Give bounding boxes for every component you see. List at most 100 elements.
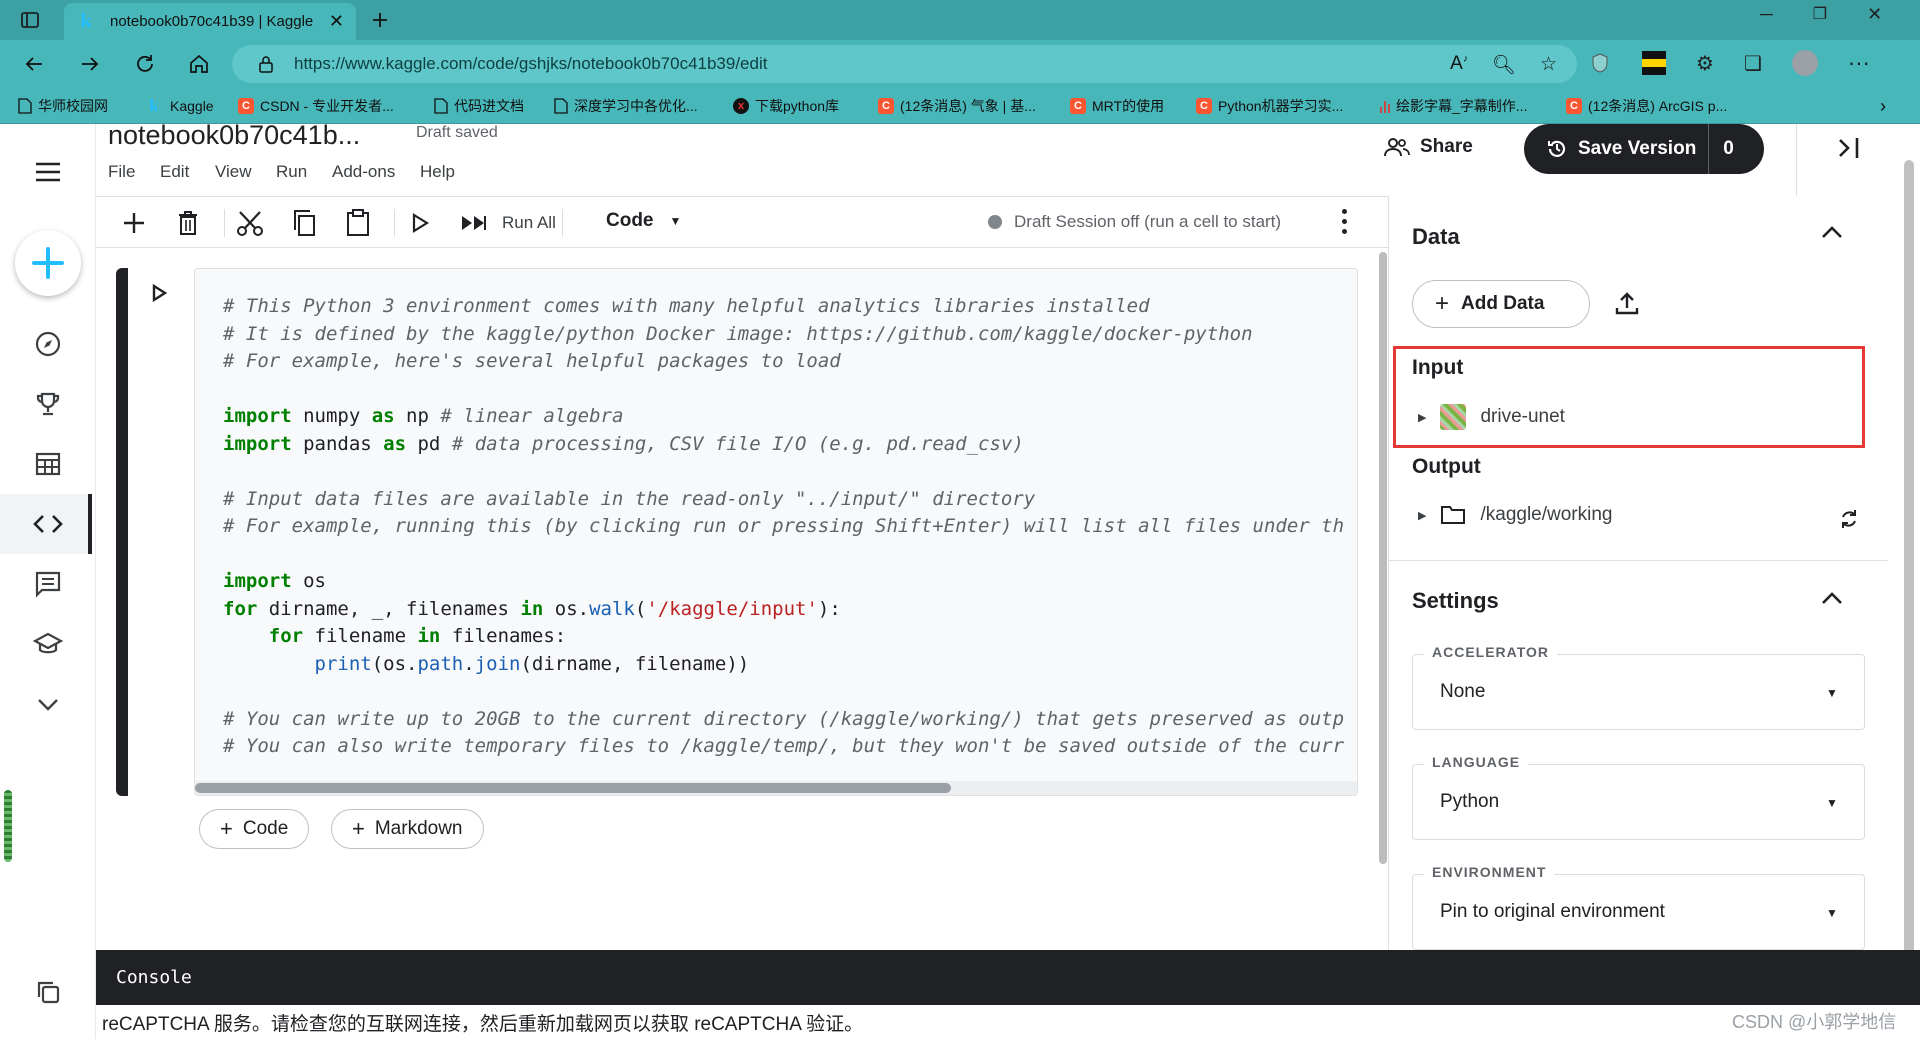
bookmark-item[interactable]: 深度学习中各优化...	[554, 93, 698, 119]
editor-scrollbar-thumb[interactable]	[1379, 252, 1387, 864]
discussion-icon[interactable]	[28, 564, 68, 604]
collapse-data-icon[interactable]	[1820, 224, 1844, 240]
url-field[interactable]: https://www.kaggle.com/code/gshjks/noteb…	[232, 45, 1577, 83]
collapse-panel-icon[interactable]	[1836, 134, 1862, 162]
more-vert-icon[interactable]	[1342, 209, 1347, 234]
maximize-icon[interactable]: ❐	[1813, 4, 1827, 25]
run-cell-button[interactable]	[150, 283, 168, 303]
learn-cap-icon[interactable]	[28, 624, 68, 664]
session-status: Draft Session off (run a cell to start)	[988, 212, 1281, 232]
menu-view[interactable]: View	[215, 162, 252, 182]
hamburger-menu-icon[interactable]	[28, 152, 68, 192]
upload-icon[interactable]	[1614, 290, 1640, 316]
bookmark-label: (12条消息) 气象 | 基...	[900, 98, 1036, 114]
bookmark-label: 下载python库	[755, 98, 840, 114]
page-icon	[18, 98, 32, 114]
add-data-label: Add Data	[1461, 293, 1545, 314]
close-window-icon[interactable]: ✕	[1867, 4, 1882, 25]
code-line: # You can also write temporary files to …	[223, 733, 1344, 761]
refresh-icon[interactable]	[127, 46, 163, 82]
code-token: for	[223, 597, 258, 620]
output-folder-item[interactable]: ▶ /kaggle/working	[1418, 504, 1613, 526]
collapse-settings-icon[interactable]	[1820, 590, 1844, 606]
cut-icon[interactable]	[234, 207, 266, 239]
caret-down-icon: ▼	[669, 214, 682, 228]
shield-icon[interactable]	[1588, 51, 1612, 75]
create-new-button[interactable]	[15, 230, 81, 296]
bookmark-item[interactable]: C (12条消息) 气象 | 基...	[878, 93, 1036, 119]
code-cell[interactable]: # This Python 3 environment comes with m…	[194, 268, 1358, 796]
delete-icon[interactable]	[172, 207, 204, 239]
bookmark-item[interactable]: C CSDN - 专业开发者...	[238, 93, 394, 119]
notebook-title[interactable]: notebook0b70c41b...	[108, 120, 360, 151]
trophy-icon[interactable]	[28, 384, 68, 424]
console-bar[interactable]: Console	[96, 950, 1920, 1005]
code-icon[interactable]	[28, 504, 68, 544]
browser-tab[interactable]: k notebook0b70c41b39 | Kaggle ✕	[64, 3, 356, 40]
bookmark-item[interactable]: x 下载python库	[733, 93, 839, 119]
close-tab-icon[interactable]: ✕	[329, 11, 344, 32]
table-icon[interactable]	[28, 444, 68, 484]
menu-run[interactable]: Run	[276, 162, 307, 182]
page-scrollbar-thumb[interactable]	[1904, 160, 1914, 1000]
add-cell-icon[interactable]	[118, 207, 150, 239]
home-icon[interactable]	[181, 46, 217, 82]
code-token: # linear algebra	[440, 405, 624, 427]
menu-file[interactable]: File	[108, 162, 135, 182]
cell-type-select[interactable]: Code ▼	[606, 210, 681, 232]
bookmark-item[interactable]: 代码进文档	[434, 93, 524, 119]
run-cell-icon[interactable]	[404, 207, 436, 239]
chevron-down-icon[interactable]	[28, 684, 68, 724]
add-code-cell-button[interactable]: + Code	[199, 809, 310, 849]
bookmark-item[interactable]: 华师校园网	[18, 93, 108, 119]
zoom-icon[interactable]: 🔍︎	[1492, 53, 1516, 77]
bookmark-item[interactable]: C (12条消息) ArcGIS p...	[1566, 93, 1727, 119]
profile-avatar[interactable]	[1791, 50, 1818, 76]
bookmark-label: MRT的使用	[1092, 98, 1165, 114]
compass-icon[interactable]	[28, 324, 68, 364]
add-data-button[interactable]: + Add Data	[1412, 280, 1590, 328]
environment-label: ENVIRONMENT	[1424, 864, 1555, 880]
bookmark-item[interactable]: C Python机器学习实...	[1196, 93, 1343, 119]
run-all-icon[interactable]	[458, 207, 490, 239]
lock-icon[interactable]	[258, 55, 274, 73]
code-token: # data processing, CSV file I/O (e.g. pd…	[451, 432, 1024, 455]
back-icon[interactable]	[16, 46, 52, 82]
save-version-label: Save Version	[1578, 138, 1697, 159]
bookmark-label: Kaggle	[170, 98, 214, 114]
favorite-icon[interactable]: ☆	[1540, 53, 1557, 77]
bookmark-overflow-icon[interactable]: ›	[1880, 93, 1886, 119]
save-version-button[interactable]: Save Version 0	[1524, 124, 1764, 174]
input-highlight-box	[1393, 346, 1865, 448]
minimize-icon[interactable]: ─	[1760, 4, 1773, 25]
extensions-icon[interactable]: ⚙	[1696, 51, 1714, 76]
bookmark-item[interactable]: 绘影字幕_字幕制作...	[1380, 93, 1527, 119]
run-all-button[interactable]: Run All	[502, 213, 556, 233]
extension-flag-icon[interactable]	[1642, 51, 1666, 75]
tab-actions-icon[interactable]	[12, 2, 48, 38]
menu-help[interactable]: Help	[420, 162, 455, 182]
menu-add-ons[interactable]: Add-ons	[332, 162, 395, 182]
paste-icon[interactable]	[342, 207, 374, 239]
code-token: # This Python 3 environment comes with m…	[223, 295, 1150, 317]
code-token: (dirname, filename))	[520, 652, 750, 675]
forward-icon[interactable]	[72, 46, 108, 82]
collections-icon[interactable]: ❏	[1744, 51, 1762, 76]
new-tab-icon[interactable]	[362, 2, 398, 38]
copy-stack-icon[interactable]	[28, 972, 68, 1012]
more-menu-icon[interactable]: ···	[1848, 50, 1870, 76]
code-editor[interactable]: # This Python 3 environment comes with m…	[223, 293, 1344, 761]
bookmark-item[interactable]: k Kaggle	[144, 93, 214, 119]
bookmark-item[interactable]: C MRT的使用	[1070, 93, 1164, 119]
share-button[interactable]: Share	[1384, 136, 1473, 158]
bookmark-label: 华师校园网	[38, 98, 108, 114]
horizontal-scrollbar-thumb[interactable]	[195, 783, 951, 793]
panel-divider	[1388, 560, 1888, 561]
read-aloud-icon[interactable]: A♪	[1450, 53, 1468, 77]
copy-icon[interactable]	[288, 207, 320, 239]
input-dataset-item[interactable]: ▶ drive-unet	[1418, 404, 1565, 430]
add-markdown-cell-button[interactable]: + Markdown	[331, 809, 484, 849]
refresh-output-icon[interactable]	[1838, 508, 1860, 530]
language-value: Python	[1440, 791, 1500, 812]
menu-edit[interactable]: Edit	[160, 162, 189, 182]
